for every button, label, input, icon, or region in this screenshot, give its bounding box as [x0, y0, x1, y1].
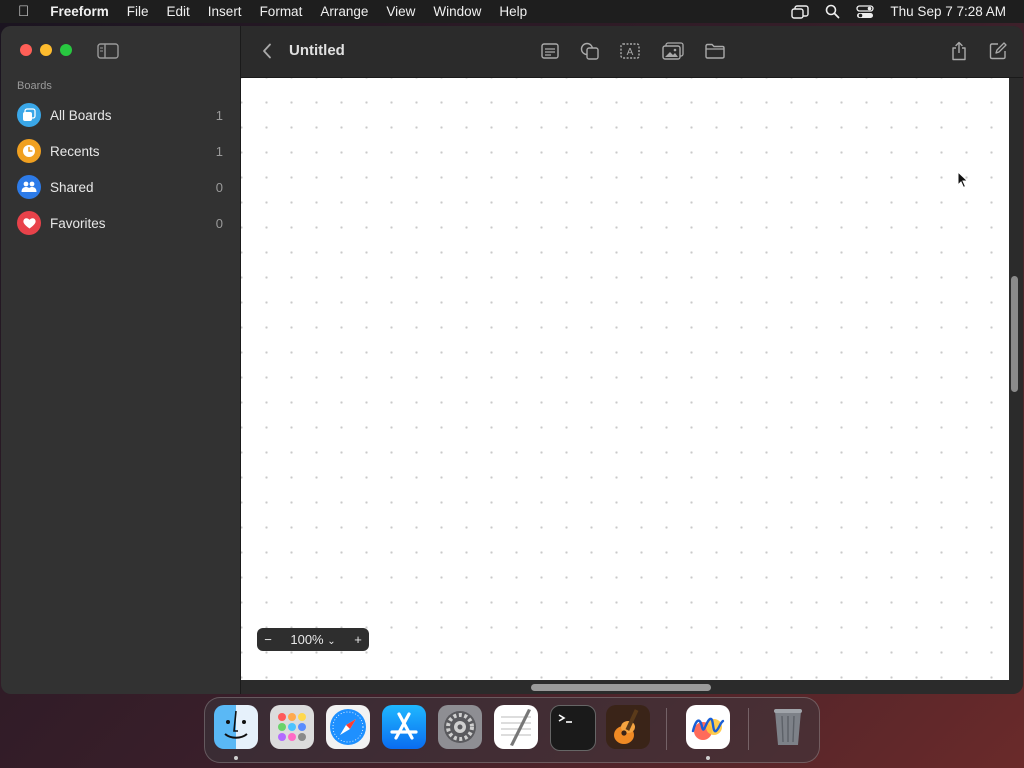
menu-arrange[interactable]: Arrange [311, 4, 377, 19]
minimize-window-button[interactable] [40, 44, 52, 56]
dock-separator [748, 708, 749, 750]
shapes-icon[interactable] [577, 40, 603, 62]
dock-separator [666, 708, 667, 750]
sidebar-item-favorites[interactable]: Favorites 0 [17, 208, 223, 238]
zoom-level-dropdown[interactable]: 100% ⌄ [279, 632, 347, 647]
zoom-window-button[interactable] [60, 44, 72, 56]
dock-freeform-icon[interactable] [686, 705, 730, 749]
stage-manager-icon[interactable] [791, 4, 810, 19]
sidebar-item-label: All Boards [50, 107, 112, 123]
svg-text:A: A [627, 47, 634, 58]
sidebar-item-count: 1 [215, 107, 223, 123]
board-canvas[interactable] [241, 78, 1009, 680]
zoom-out-button[interactable]: − [257, 632, 279, 647]
sidebar-item-label: Shared [50, 179, 94, 195]
mouse-pointer-icon [957, 170, 969, 194]
menu-help[interactable]: Help [490, 4, 536, 19]
dock-finder-icon[interactable] [214, 705, 258, 749]
zoom-in-button[interactable]: + [347, 632, 369, 647]
dock-launchpad-icon[interactable] [270, 705, 314, 749]
dock-terminal-icon[interactable] [550, 705, 596, 751]
chevron-down-icon: ⌄ [327, 636, 336, 647]
freeform-window: Boards All Boards 1 Recents 1 Shared 0 F… [1, 26, 1023, 694]
sidebar-item-recents[interactable]: Recents 1 [17, 136, 223, 166]
dock-app-store-icon[interactable] [382, 705, 426, 749]
menu-edit[interactable]: Edit [158, 4, 199, 19]
menu-view[interactable]: View [377, 4, 424, 19]
freeform-running-indicator [706, 756, 710, 760]
people-icon [17, 175, 41, 199]
spotlight-search-icon[interactable] [825, 4, 840, 19]
horizontal-scrollbar[interactable] [531, 684, 711, 691]
heart-icon [17, 211, 41, 235]
sidebar-item-label: Recents [50, 143, 100, 159]
control-center-icon[interactable] [856, 4, 875, 19]
zoom-level-value: 100% [290, 632, 324, 647]
sidebar-item-shared[interactable]: Shared 0 [17, 172, 223, 202]
finder-running-indicator [234, 756, 238, 760]
back-chevron-icon[interactable] [254, 40, 280, 62]
menu-file[interactable]: File [118, 4, 158, 19]
sticky-note-icon[interactable] [537, 40, 563, 62]
toolbar: Untitled A [241, 26, 1023, 78]
close-window-button[interactable] [20, 44, 32, 56]
board-title[interactable]: Untitled [289, 42, 345, 59]
apple-menu-icon[interactable]:  [0, 3, 41, 20]
sidebar: Boards All Boards 1 Recents 1 Shared 0 F… [1, 26, 241, 694]
new-board-compose-icon[interactable] [985, 40, 1011, 62]
menu-bar:  Freeform File Edit Insert Format Arran… [0, 0, 1024, 23]
dock-system-settings-icon[interactable] [438, 705, 482, 749]
dock-trash-icon[interactable] [766, 705, 810, 749]
sidebar-item-count: 1 [215, 143, 223, 159]
dock-safari-icon[interactable] [326, 705, 370, 749]
zoom-control: − 100% ⌄ + [257, 628, 369, 651]
boards-icon [17, 103, 41, 127]
menu-format[interactable]: Format [251, 4, 312, 19]
sidebar-item-label: Favorites [50, 215, 106, 231]
menu-insert[interactable]: Insert [199, 4, 251, 19]
dock [204, 697, 820, 763]
sidebar-item-count: 0 [215, 179, 223, 195]
dock-garageband-icon[interactable] [606, 705, 650, 749]
sidebar-toggle-icon[interactable] [97, 43, 119, 64]
menu-bar-clock[interactable]: Thu Sep 7 7:28 AM [890, 4, 1006, 19]
sidebar-item-count: 0 [215, 215, 223, 231]
text-box-icon[interactable]: A [617, 40, 643, 62]
media-icon[interactable] [660, 40, 686, 62]
sidebar-item-all-boards[interactable]: All Boards 1 [17, 100, 223, 130]
clock-icon [17, 139, 41, 163]
vertical-scrollbar[interactable] [1011, 276, 1018, 392]
boards-heading: Boards [17, 80, 52, 92]
app-menu[interactable]: Freeform [41, 4, 118, 19]
menu-window[interactable]: Window [424, 4, 490, 19]
dock-textedit-icon[interactable] [494, 705, 538, 749]
folder-icon[interactable] [702, 40, 728, 62]
share-icon[interactable] [946, 40, 972, 62]
